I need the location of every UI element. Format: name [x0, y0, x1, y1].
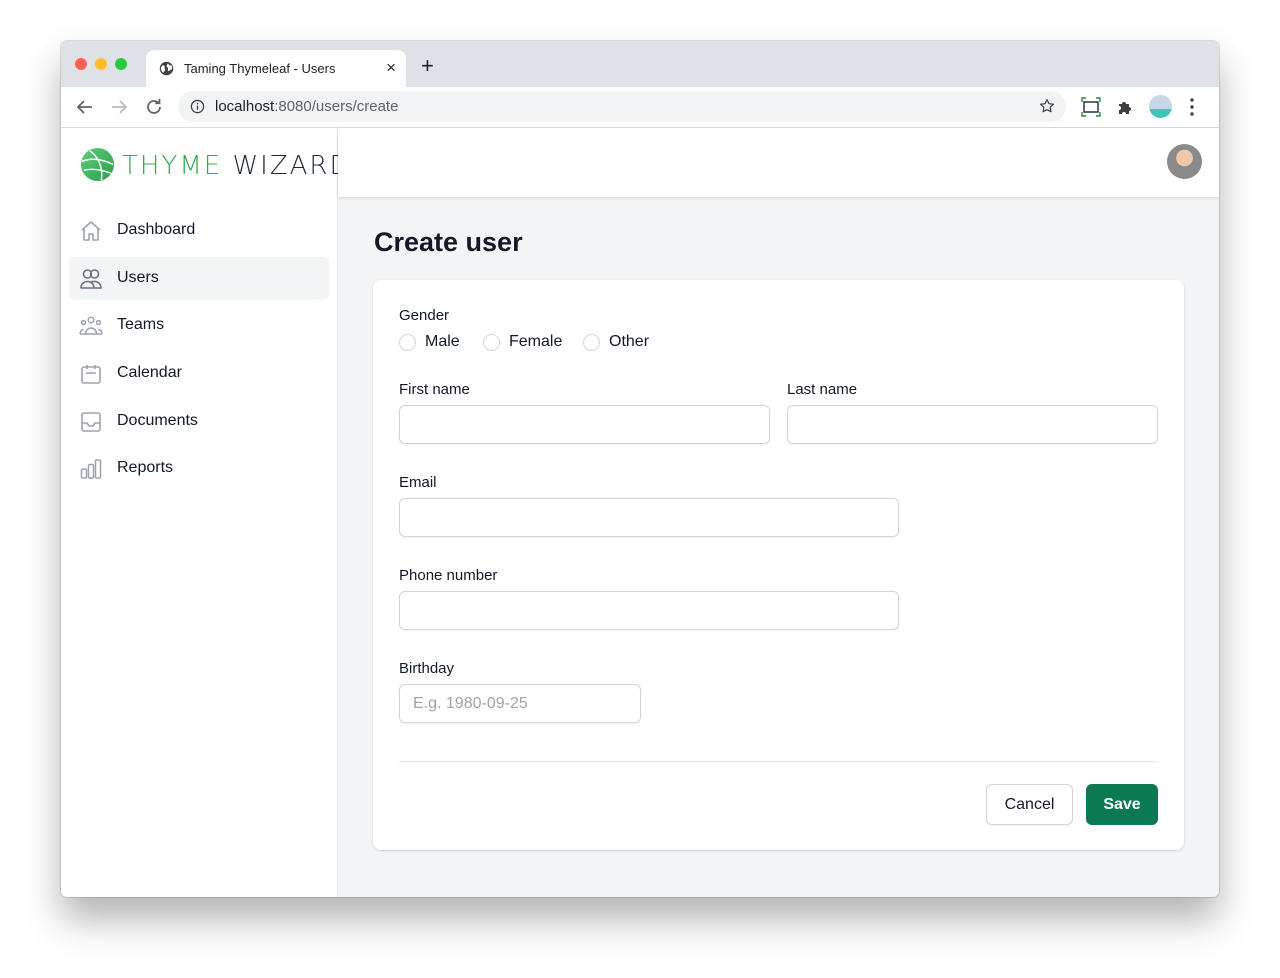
user-avatar[interactable] — [1167, 144, 1202, 179]
sidebar-item-calendar[interactable]: Calendar — [69, 352, 329, 395]
home-icon — [81, 221, 101, 241]
maximize-window-button[interactable] — [115, 58, 127, 70]
profile-avatar[interactable] — [1149, 95, 1172, 118]
sidebar-item-label: Documents — [117, 411, 198, 429]
forward-icon[interactable] — [107, 95, 131, 119]
logo-ball-icon — [80, 147, 115, 182]
browser-tab[interactable]: Taming Thymeleaf - Users × — [146, 50, 406, 87]
sidebar-item-label: Reports — [117, 459, 174, 477]
calendar-icon — [81, 365, 101, 384]
new-tab-button[interactable]: + — [421, 55, 434, 77]
logo-text-thyme: THYME — [122, 151, 223, 181]
gender-option-label[interactable]: Other — [609, 333, 649, 351]
sidebar: THYME WIZARDS Dashboard Users Teams Cale… — [61, 128, 368, 897]
screen-capture-icon[interactable] — [1080, 96, 1102, 118]
close-window-button[interactable] — [75, 58, 87, 70]
last-name-input[interactable] — [787, 405, 1158, 444]
sidebar-nav: Dashboard Users Teams Calendar Documents — [69, 209, 329, 495]
sidebar-item-label: Calendar — [117, 364, 182, 382]
create-user-form: Gender Male Female Other First name Last… — [373, 280, 1184, 850]
gender-female-radio[interactable] — [483, 334, 500, 351]
form-divider — [399, 761, 1158, 762]
first-name-label: First name — [399, 381, 470, 398]
cancel-button[interactable]: Cancel — [986, 784, 1073, 825]
sidebar-item-label: Dashboard — [117, 221, 196, 238]
chart-bar-icon — [80, 459, 102, 480]
gender-male-radio[interactable] — [399, 334, 416, 351]
browser-window: Taming Thymeleaf - Users × + localhost:8… — [61, 41, 1219, 897]
tab-strip: Taming Thymeleaf - Users × + — [61, 41, 1219, 87]
sidebar-item-users[interactable]: Users — [69, 256, 329, 300]
email-label: Email — [399, 474, 437, 491]
tab-close-icon[interactable]: × — [386, 58, 396, 78]
gender-option-label[interactable]: Female — [509, 333, 562, 351]
app-content: THYME WIZARDS Dashboard Users Teams Cale… — [61, 128, 1219, 897]
birthday-label: Birthday — [399, 660, 455, 677]
sidebar-item-label: Users — [117, 268, 159, 286]
back-icon[interactable] — [73, 95, 97, 119]
url-path: :8080/users/create — [274, 98, 399, 115]
page-title: Create user — [374, 227, 523, 257]
save-button[interactable]: Save — [1086, 784, 1158, 825]
browser-toolbar: localhost:8080/users/create — [61, 87, 1219, 128]
sidebar-item-reports[interactable]: Reports — [69, 447, 329, 490]
phone-label: Phone number — [399, 567, 498, 584]
url-text[interactable]: localhost:8080/users/create — [215, 98, 398, 115]
address-bar[interactable]: localhost:8080/users/create — [178, 91, 1066, 122]
logo-text: THYME WIZARDS — [122, 151, 370, 181]
sidebar-item-label: Teams — [117, 316, 165, 334]
url-host: localhost — [215, 98, 275, 115]
gender-other-radio[interactable] — [583, 334, 600, 351]
user-group-icon — [79, 316, 103, 336]
info-icon[interactable] — [190, 99, 205, 114]
phone-input[interactable] — [399, 591, 899, 630]
sidebar-item-dashboard[interactable]: Dashboard — [69, 209, 329, 252]
reload-icon[interactable] — [142, 95, 166, 119]
last-name-label: Last name — [787, 381, 858, 398]
sidebar-item-documents[interactable]: Documents — [69, 400, 329, 443]
globe-icon — [159, 61, 174, 76]
inbox-icon — [81, 411, 101, 432]
bookmark-star-icon[interactable] — [1038, 97, 1056, 115]
extensions-puzzle-icon[interactable] — [1115, 96, 1137, 118]
first-name-input[interactable] — [399, 405, 770, 444]
gender-option-label[interactable]: Male — [425, 333, 460, 351]
birthday-input[interactable] — [399, 684, 641, 723]
menu-kebab-icon[interactable] — [1189, 97, 1195, 117]
minimize-window-button[interactable] — [95, 58, 107, 70]
users-icon — [80, 268, 102, 289]
email-input[interactable] — [399, 498, 899, 537]
gender-label: Gender — [399, 307, 450, 324]
sidebar-item-teams[interactable]: Teams — [69, 304, 329, 347]
tab-title: Taming Thymeleaf - Users — [184, 61, 336, 76]
top-bar — [338, 128, 1219, 197]
